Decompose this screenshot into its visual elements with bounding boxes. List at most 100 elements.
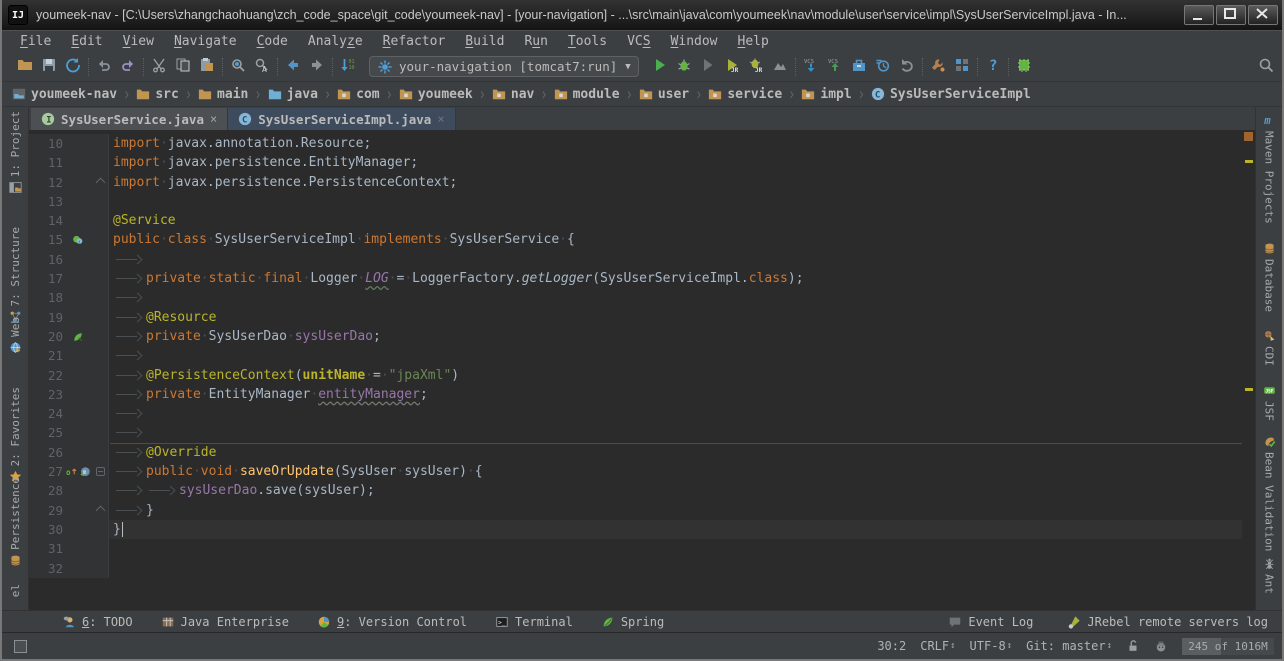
breadcrumb-sysuserserviceimpl[interactable]: CSysUserServiceImpl [871, 87, 1031, 102]
gutter[interactable]: 20 [29, 327, 109, 346]
gutter[interactable]: 10 [29, 134, 109, 153]
gutter[interactable]: 14 [29, 211, 109, 230]
impl-marker-icon[interactable]: i [72, 234, 84, 246]
menu-code[interactable]: Code [247, 31, 298, 52]
gutter[interactable]: 13 [29, 192, 109, 211]
toolwindow-toggle-icon[interactable] [14, 640, 27, 653]
line-number[interactable]: 25 [29, 423, 63, 442]
paste-button[interactable] [199, 57, 215, 77]
line-number[interactable]: 22 [29, 366, 63, 385]
breadcrumb-java[interactable]: java [268, 87, 318, 102]
toolwindow-button-bean-validation[interactable]: Bean Validation [1256, 435, 1282, 551]
menu-view[interactable]: View [113, 31, 164, 52]
line-number[interactable]: 32 [29, 559, 63, 578]
search-everywhere-button[interactable] [1258, 57, 1274, 77]
gutter[interactable]: 22 [29, 366, 109, 385]
debug-button[interactable] [676, 57, 692, 77]
line-number[interactable]: 23 [29, 385, 63, 404]
gutter[interactable]: 12 [29, 173, 109, 192]
gutter[interactable]: 30 [29, 520, 109, 539]
fold-marker-icon[interactable] [95, 505, 105, 515]
menu-tools[interactable]: Tools [558, 31, 617, 52]
line-number[interactable]: 30 [29, 520, 63, 539]
back-button[interactable] [285, 57, 301, 77]
menu-build[interactable]: Build [455, 31, 514, 52]
settings-button[interactable] [930, 57, 946, 77]
menu-file[interactable]: File [10, 31, 61, 52]
menu-help[interactable]: Help [728, 31, 779, 52]
breadcrumb-user[interactable]: user [639, 87, 689, 102]
gutter[interactable]: 27om [29, 462, 109, 481]
fold-region[interactable] [93, 179, 107, 186]
menu-navigate[interactable]: Navigate [164, 31, 247, 52]
line-number[interactable]: 13 [29, 192, 63, 211]
line-number[interactable]: 17 [29, 269, 63, 288]
menu-window[interactable]: Window [661, 31, 728, 52]
toolwindow-button-6-todo[interactable]: 6: TODO [62, 615, 133, 629]
toolwindow-button-9-version-control[interactable]: 9: Version Control [317, 615, 467, 629]
gutter[interactable]: 23 [29, 385, 109, 404]
line-number[interactable]: 20 [29, 327, 63, 346]
line-number[interactable]: 27 [29, 462, 63, 481]
jr-run-button[interactable]: JR [724, 57, 740, 77]
caret-position[interactable]: 30:2 [877, 639, 906, 653]
line-number[interactable]: 31 [29, 539, 63, 558]
run-configuration-select[interactable]: your-navigation [tomcat7:run]▼ [369, 56, 639, 77]
redo-button[interactable] [120, 57, 136, 77]
breadcrumb-module[interactable]: module [554, 87, 620, 102]
line-number[interactable]: 15 [29, 230, 63, 249]
gutter[interactable]: 17 [29, 269, 109, 288]
override-marker-icon[interactable]: o [66, 466, 78, 478]
maximize-button[interactable] [1216, 5, 1246, 25]
breadcrumb-src[interactable]: src [136, 87, 178, 102]
method-marker-icon[interactable]: m [79, 466, 91, 478]
fold-marker-icon[interactable] [96, 467, 105, 476]
help-button[interactable]: ? [985, 57, 1001, 77]
find-button[interactable] [230, 57, 246, 77]
toolwindow-button-java-enterprise[interactable]: Java Enterprise [161, 615, 289, 629]
line-number[interactable]: 14 [29, 211, 63, 230]
code-editor[interactable]: 10import·javax.annotation.Resource;11imp… [29, 131, 1255, 610]
error-stripe[interactable] [1242, 131, 1255, 610]
gutter[interactable]: 31 [29, 539, 109, 558]
menu-run[interactable]: Run [514, 31, 557, 52]
gutter[interactable]: 18 [29, 288, 109, 307]
warning-stripe-mark[interactable] [1245, 388, 1253, 391]
toolwindow-button-maven-projects[interactable]: mMaven Projects [1256, 114, 1282, 224]
toolwindow-button-2-favorites[interactable]: 2: Favorites [2, 387, 28, 483]
editor-tab-sysuserservice-java[interactable]: ISysUserService.java× [31, 108, 228, 130]
gutter[interactable]: 21 [29, 346, 109, 365]
menu-edit[interactable]: Edit [61, 31, 112, 52]
memory-indicator[interactable]: 245 of 1016M [1182, 638, 1274, 655]
vcs-up-button[interactable]: VCS [827, 57, 843, 77]
menu-vcs[interactable]: VCS [617, 31, 660, 52]
gutter[interactable]: 24 [29, 404, 109, 423]
toolwindow-button-persistence[interactable]: Persistence [2, 477, 28, 567]
open-folder-button[interactable] [17, 57, 33, 77]
fold-region[interactable] [93, 507, 107, 514]
structure-button[interactable] [954, 57, 970, 77]
line-number[interactable]: 19 [29, 308, 63, 327]
gutter[interactable]: 32 [29, 559, 109, 578]
gutter[interactable]: 19 [29, 308, 109, 327]
gutter[interactable]: 25 [29, 423, 109, 442]
menu-analyze[interactable]: Analyze [298, 31, 373, 52]
close-icon[interactable]: × [437, 112, 444, 126]
editor-tab-sysuserserviceimpl-java[interactable]: CSysUserServiceImpl.java× [228, 108, 455, 130]
menu-refactor[interactable]: Refactor [373, 31, 456, 52]
close-button[interactable] [1248, 5, 1278, 25]
toolwindow-button-jsf[interactable]: JSFJSF [1256, 384, 1282, 421]
copy-button[interactable] [175, 57, 191, 77]
line-number[interactable]: 21 [29, 346, 63, 365]
line-number[interactable]: 24 [29, 404, 63, 423]
hector-icon[interactable] [1154, 639, 1168, 653]
bean-marker-icon[interactable] [72, 331, 84, 343]
compile-button[interactable]: 0110 [340, 57, 356, 77]
line-number[interactable]: 29 [29, 501, 63, 520]
forward-button[interactable] [309, 57, 325, 77]
jrebel-remote-servers-log-button[interactable]: JRebel remote servers log [1067, 615, 1268, 629]
cut-button[interactable] [151, 57, 167, 77]
warning-stripe-mark[interactable] [1245, 160, 1253, 163]
line-number[interactable]: 18 [29, 288, 63, 307]
breadcrumb-youmeek[interactable]: youmeek [399, 87, 473, 102]
